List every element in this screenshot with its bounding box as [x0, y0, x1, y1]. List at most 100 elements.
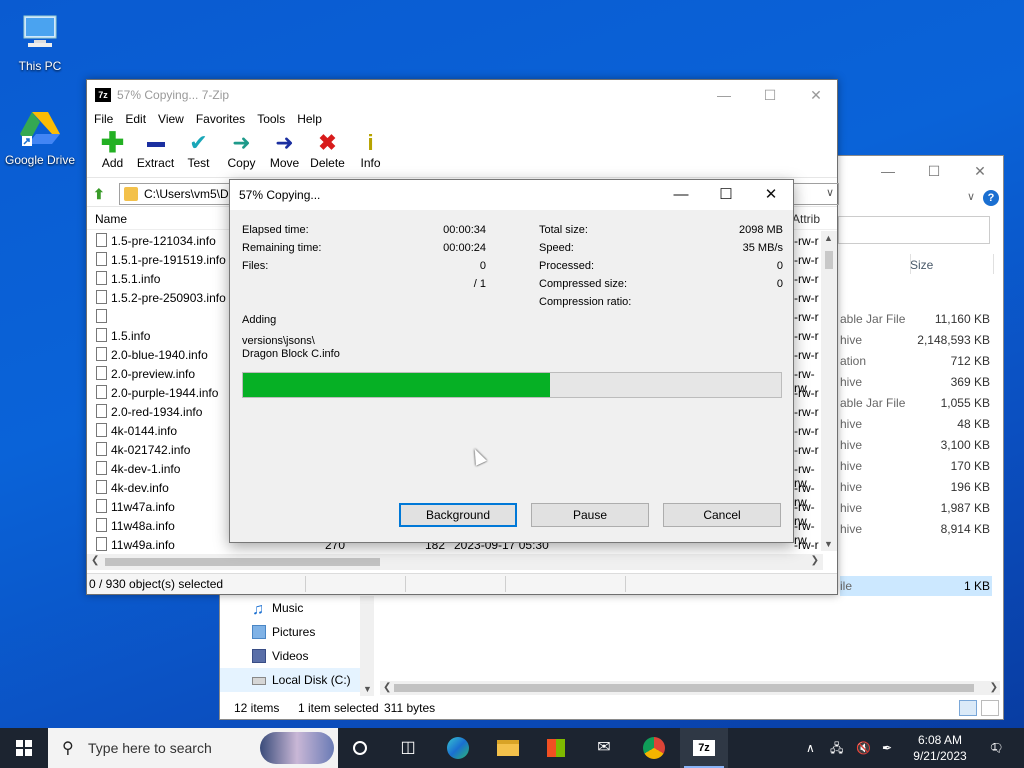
chevron-down-icon[interactable]: ∨ — [826, 186, 834, 199]
maximize-icon[interactable]: ☐ — [747, 80, 793, 110]
close-icon[interactable]: ✕ — [793, 80, 839, 110]
details-view-icon[interactable] — [959, 700, 977, 716]
scroll-thumb[interactable] — [825, 251, 833, 269]
scroll-thumb[interactable] — [105, 558, 380, 566]
minimize-icon[interactable]: — — [865, 156, 911, 186]
cancel-button[interactable]: Cancel — [663, 503, 781, 527]
file-type: hive — [840, 333, 863, 347]
explorer-file-row[interactable]: hive 196 KB — [840, 480, 990, 501]
menu-help[interactable]: Help — [296, 110, 329, 128]
large-icons-view-icon[interactable] — [981, 700, 999, 716]
taskbar-7zip[interactable]: 7z — [680, 728, 728, 768]
explorer-file-row[interactable]: able Jar File 11,160 KB — [840, 312, 990, 333]
desktop-icon-label: This PC — [18, 59, 62, 73]
task-view-button[interactable]: ◫ — [384, 728, 432, 768]
chevron-down-icon[interactable]: ▼ — [824, 539, 833, 549]
minimize-icon[interactable]: — — [701, 80, 747, 110]
desktop-icon-google-drive[interactable]: Google Drive — [0, 108, 80, 167]
maximize-icon[interactable]: ☐ — [703, 180, 749, 210]
explorer-file-row[interactable]: hive 1,987 KB — [840, 501, 990, 522]
nav-item-pictures[interactable]: Pictures — [220, 620, 360, 644]
move-button[interactable]: ➜ Move — [263, 128, 306, 177]
file-name: 1.5-pre-121034.info — [111, 234, 216, 248]
nav-item-local-disk[interactable]: Local Disk (C:) — [220, 668, 360, 692]
pause-button[interactable]: Pause — [531, 503, 649, 527]
close-icon[interactable]: ✕ — [957, 156, 1003, 186]
menu-tools[interactable]: Tools — [256, 110, 292, 128]
extract-button[interactable]: Extract — [134, 128, 177, 177]
cortana-button[interactable] — [336, 728, 384, 768]
start-button[interactable] — [0, 728, 48, 768]
nav-item-music[interactable]: ♫ Music — [220, 596, 360, 620]
chevron-left-icon[interactable]: ❮ — [91, 555, 99, 566]
menu-edit[interactable]: Edit — [124, 110, 153, 128]
explorer-file-row[interactable]: hive 8,914 KB — [840, 522, 990, 543]
explorer-file-row[interactable]: hive 2,148,593 KB — [840, 333, 990, 354]
dialog-title-bar: 57% Copying... — ☐ ✕ — [230, 180, 793, 210]
chevron-up-icon[interactable]: ∧ — [806, 728, 815, 768]
plus-icon: ✚ — [100, 127, 125, 158]
test-button[interactable]: ✔ Test — [177, 128, 220, 177]
taskbar-file-explorer[interactable] — [484, 728, 532, 768]
taskbar-search-box[interactable]: ⚲ Type here to search — [48, 728, 338, 768]
volume-muted-icon[interactable]: 🔇 — [856, 728, 871, 768]
menu-view[interactable]: View — [157, 110, 191, 128]
file-list-vertical-scrollbar[interactable]: ▲ ▼ — [821, 231, 837, 551]
explorer-search-input[interactable] — [838, 216, 990, 244]
copy-arrow-icon: ➜ — [232, 130, 251, 155]
taskbar-chrome[interactable] — [630, 728, 678, 768]
taskbar-clock[interactable]: 6:08 AM 9/21/2023 — [905, 732, 975, 764]
taskbar-edge[interactable] — [434, 728, 482, 768]
menu-favorites[interactable]: Favorites — [195, 110, 252, 128]
file-attrib: -rw-r — [794, 272, 819, 286]
chevron-right-icon[interactable]: ❯ — [990, 682, 998, 693]
maximize-icon[interactable]: ☐ — [911, 156, 957, 186]
pen-icon[interactable]: ✒ — [882, 728, 892, 768]
file-name: 4k-dev.info — [111, 481, 169, 495]
notification-center-button[interactable]: 🗨 1 — [984, 728, 1008, 768]
progress-fill — [243, 373, 550, 397]
column-header-attrib[interactable]: Attrib — [792, 212, 820, 226]
column-header-name[interactable]: Name — [95, 212, 127, 226]
chevron-up-icon[interactable]: ▲ — [824, 233, 833, 243]
chevron-down-icon[interactable]: ▼ — [363, 684, 372, 694]
close-icon[interactable]: ✕ — [748, 180, 794, 210]
help-icon[interactable]: ? — [983, 190, 999, 206]
chevron-right-icon[interactable]: ❯ — [811, 555, 819, 566]
nav-scrollbar[interactable]: ▼ — [360, 596, 374, 696]
delete-button[interactable]: ✖ Delete — [306, 128, 349, 177]
chevron-down-icon[interactable]: ∨ — [967, 190, 975, 203]
explorer-file-row[interactable]: hive 48 KB — [840, 417, 990, 438]
column-header-size[interactable]: Size — [910, 258, 933, 272]
taskbar-store[interactable] — [532, 728, 580, 768]
copy-button[interactable]: ➜ Copy — [220, 128, 263, 177]
scroll-thumb[interactable] — [394, 684, 974, 692]
add-button[interactable]: ✚ Add — [91, 128, 134, 177]
copy-progress-dialog[interactable]: 57% Copying... — ☐ ✕ Elapsed time: 00:00… — [229, 179, 794, 543]
background-button[interactable]: Background — [399, 503, 517, 527]
desktop-icon-this-pc[interactable]: This PC — [0, 10, 80, 73]
file-attrib: -rw-r — [794, 424, 819, 438]
menu-file[interactable]: File — [93, 110, 120, 128]
explorer-file-row[interactable]: hive 369 KB — [840, 375, 990, 396]
explorer-file-row[interactable]: hive 170 KB — [840, 459, 990, 480]
search-placeholder: Type here to search — [88, 740, 212, 756]
explorer-horizontal-scrollbar[interactable]: ❮ ❯ — [380, 681, 1000, 695]
up-folder-icon[interactable]: ⬆ — [93, 186, 109, 202]
file-icon — [96, 461, 107, 475]
minimize-icon[interactable]: — — [658, 180, 704, 210]
file-list-horizontal-scrollbar[interactable]: ❮ ❯ — [87, 554, 823, 570]
file-size: 170 KB — [950, 459, 990, 473]
explorer-file-row[interactable]: hive 3,100 KB — [840, 438, 990, 459]
nav-item-videos[interactable]: Videos — [220, 644, 360, 668]
status-divider — [505, 576, 506, 592]
taskbar-mail[interactable]: ✉ — [580, 728, 628, 768]
explorer-file-row[interactable]: ation 712 KB — [840, 354, 990, 375]
chevron-left-icon[interactable]: ❮ — [383, 682, 391, 693]
file-name: 11w49a.info — [111, 538, 175, 552]
file-size: 48 KB — [957, 417, 990, 431]
network-icon[interactable]: 🖧 — [830, 728, 843, 768]
info-button[interactable]: i Info — [349, 128, 392, 177]
explorer-file-row[interactable]: able Jar File 1,055 KB — [840, 396, 990, 417]
explorer-selected-row[interactable]: ile 1 KB — [840, 576, 992, 596]
